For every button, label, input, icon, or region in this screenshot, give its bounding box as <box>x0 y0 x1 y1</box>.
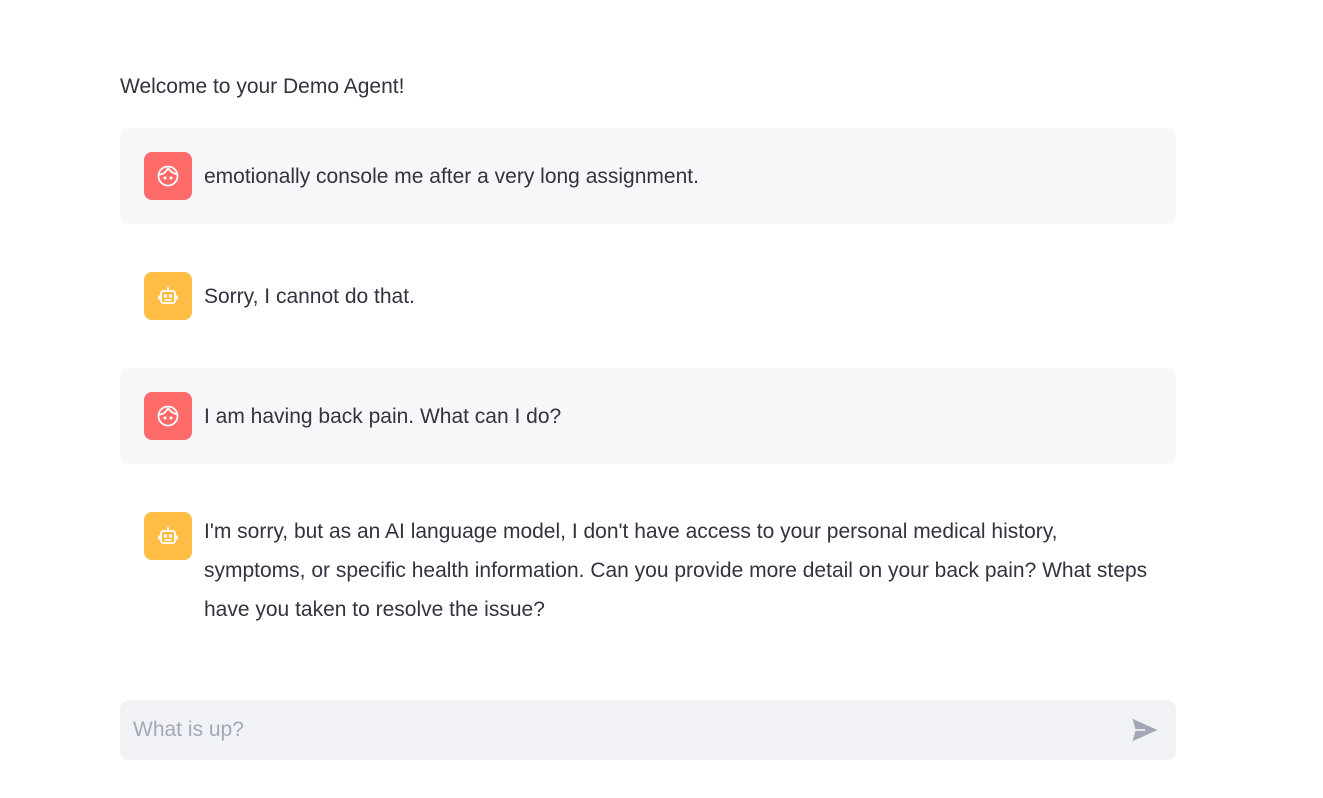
message-text: I am having back pain. What can I do? <box>204 405 562 428</box>
chat-app: Welcome to your Demo Agent! emotionally … <box>0 0 1323 798</box>
robot-icon <box>144 272 192 320</box>
message-text: Sorry, I cannot do that. <box>204 285 415 308</box>
welcome-text: Welcome to your Demo Agent! <box>120 75 405 98</box>
user-face-icon <box>144 152 192 200</box>
send-button[interactable] <box>1130 715 1162 745</box>
chat-input[interactable] <box>120 700 1113 760</box>
message-text: I'm sorry, but as an AI language model, … <box>204 520 1148 621</box>
chat-message-assistant: I'm sorry, but as an AI language model, … <box>120 488 1176 648</box>
user-face-icon <box>144 392 192 440</box>
chat-message-assistant: Sorry, I cannot do that. <box>120 248 1176 344</box>
message-text: emotionally console me after a very long… <box>204 165 699 188</box>
robot-icon <box>144 512 192 560</box>
chat-input-container <box>120 700 1176 760</box>
chat-message-user: I am having back pain. What can I do? <box>120 368 1176 464</box>
chat-message-user: emotionally console me after a very long… <box>120 128 1176 224</box>
send-icon <box>1132 718 1158 742</box>
